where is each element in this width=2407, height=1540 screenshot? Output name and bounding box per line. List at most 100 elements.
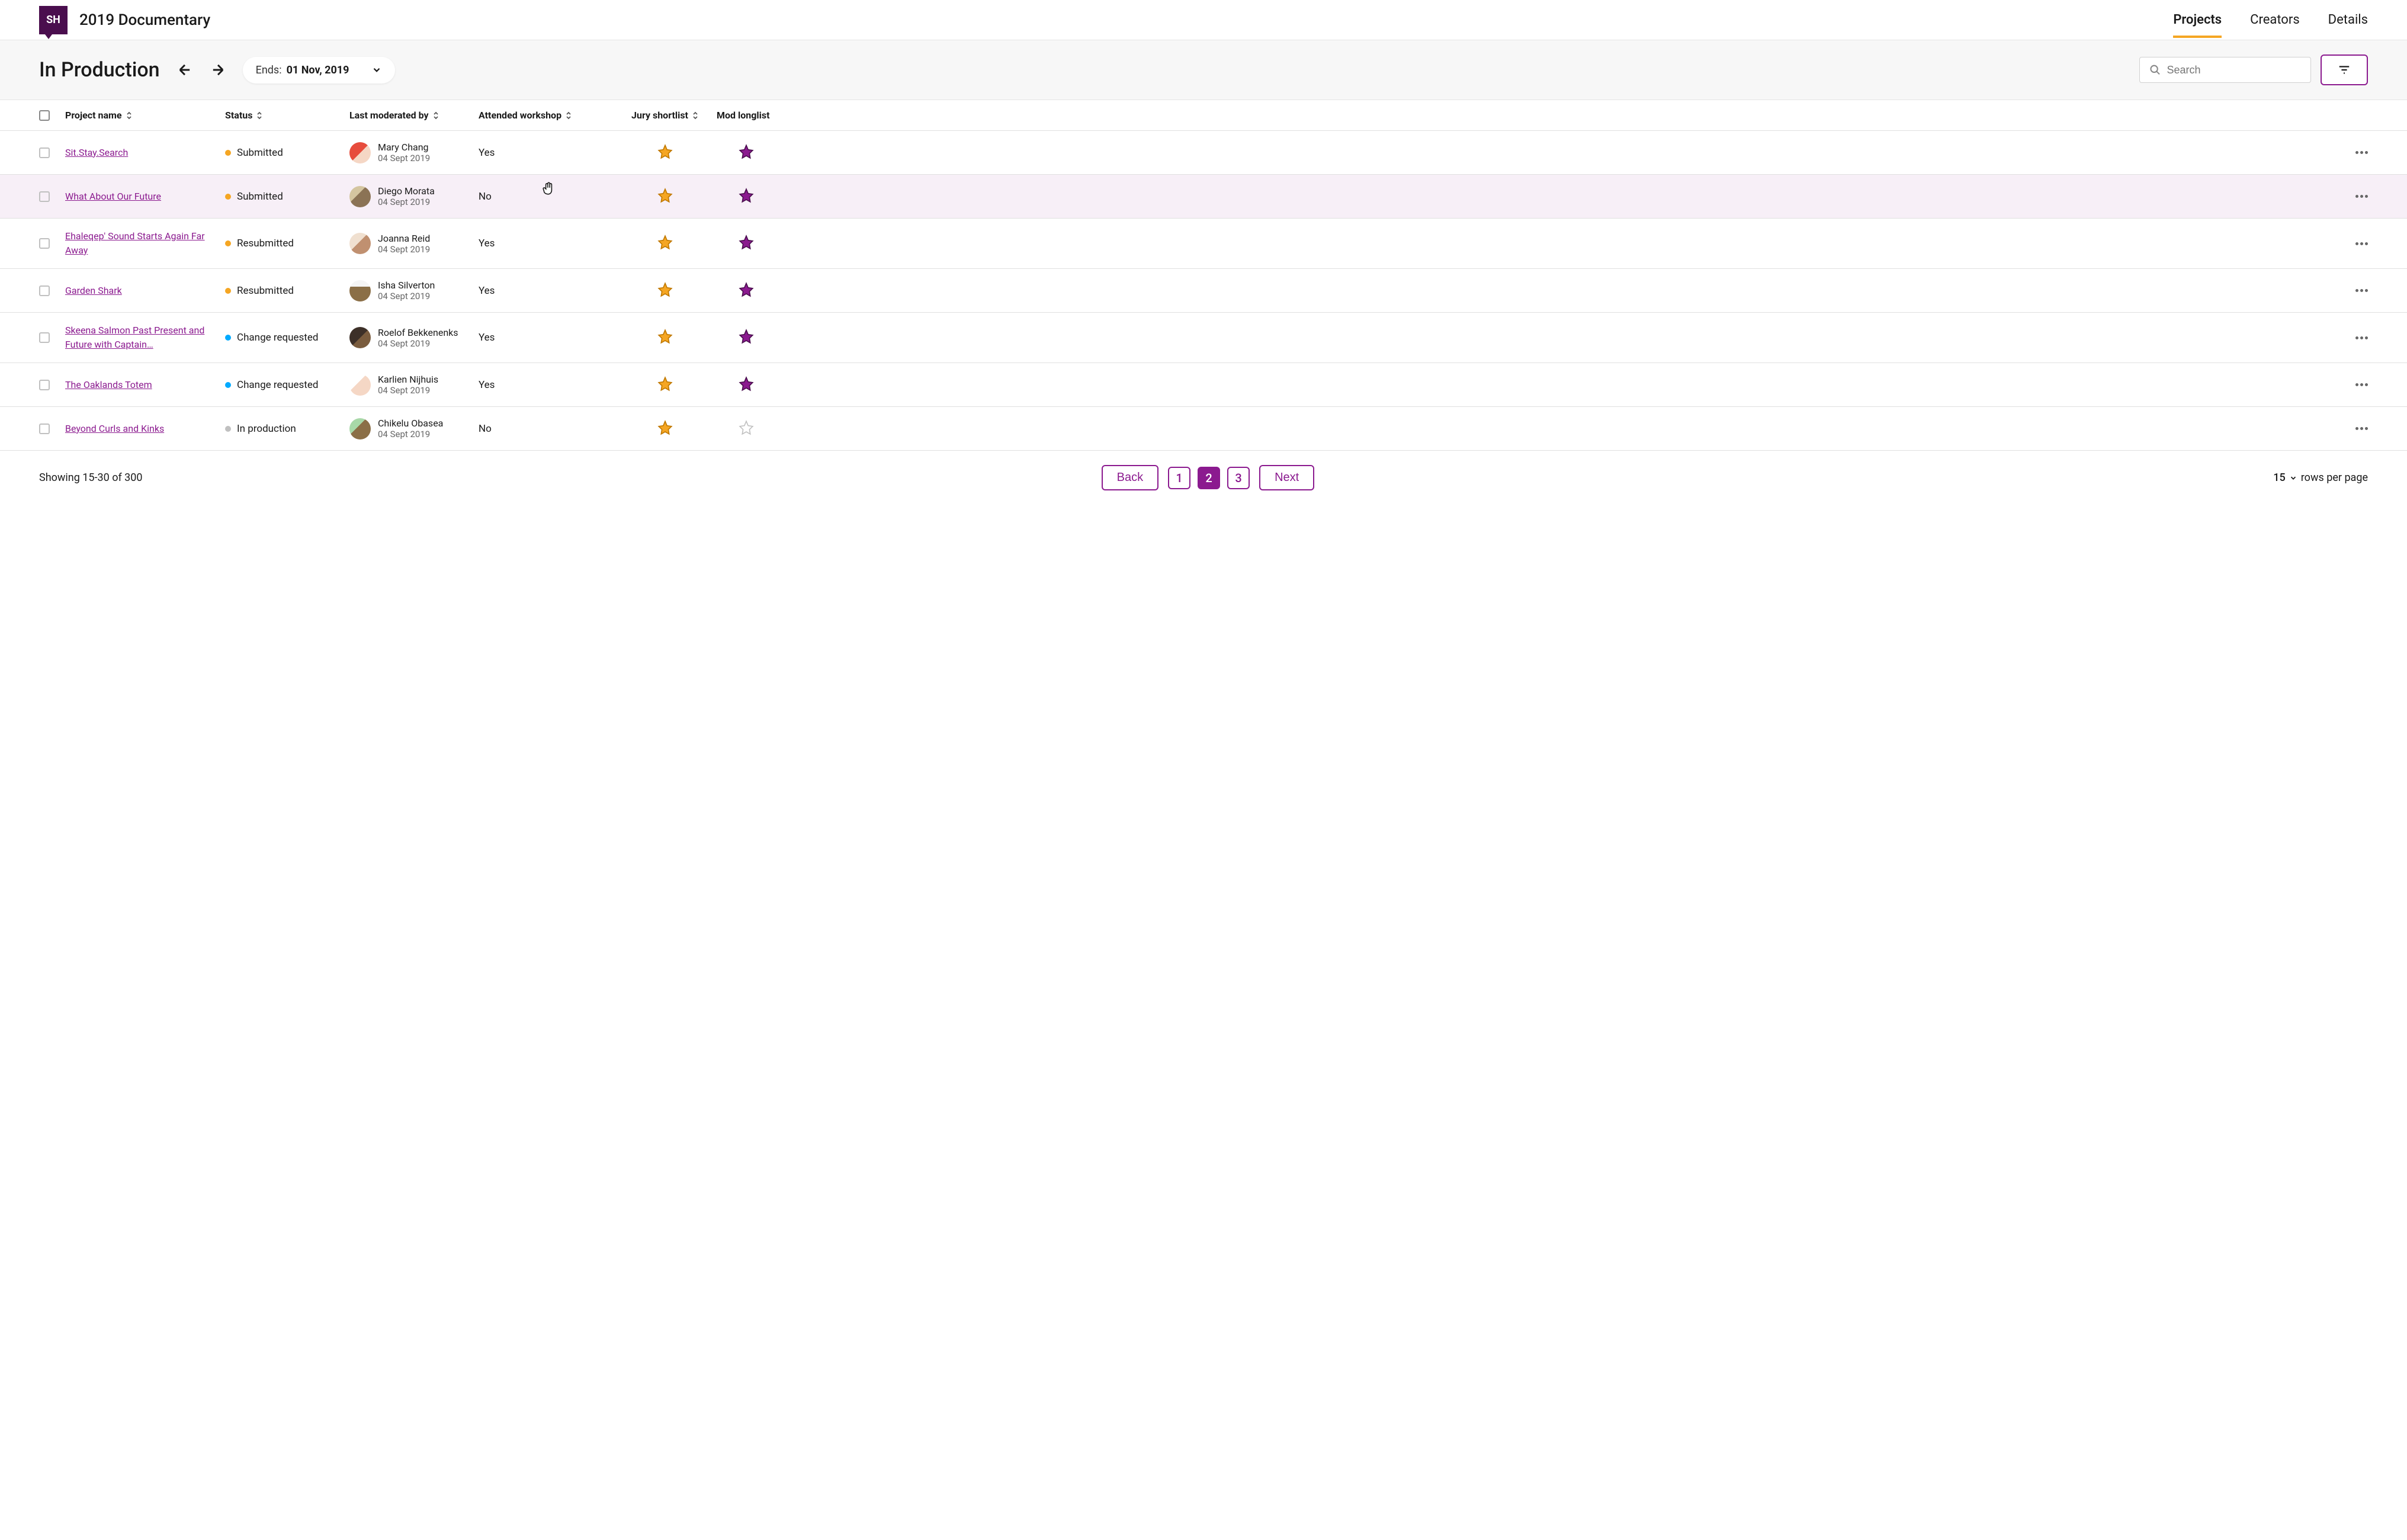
- ends-date: 01 Nov, 2019: [287, 64, 349, 76]
- row-checkbox[interactable]: [39, 191, 50, 202]
- table-row[interactable]: Sit.Stay.Search Submitted Mary Chang 04 …: [0, 131, 2407, 175]
- chevron-down-icon: [371, 65, 382, 75]
- sort-icon: [565, 111, 572, 120]
- project-link[interactable]: Ehaleqep' Sound Starts Again Far Away: [65, 230, 205, 256]
- longlist-star[interactable]: [739, 329, 754, 344]
- longlist-star[interactable]: [739, 282, 754, 297]
- pagination: Back 1 2 3 Next: [1102, 465, 1315, 490]
- page-1[interactable]: 1: [1168, 467, 1190, 489]
- avatar: [349, 327, 371, 348]
- row-checkbox[interactable]: [39, 424, 50, 434]
- brand: SH 2019 Documentary: [39, 6, 210, 34]
- jury-star[interactable]: [657, 235, 673, 250]
- workshop-value: Yes: [479, 332, 495, 344]
- page-title: In Production: [39, 58, 160, 82]
- more-actions-button[interactable]: [2355, 146, 2368, 159]
- status-dot: [225, 426, 231, 432]
- table-row[interactable]: Skeena Salmon Past Present and Future wi…: [0, 313, 2407, 363]
- page-2[interactable]: 2: [1198, 467, 1220, 489]
- nav-creators[interactable]: Creators: [2250, 2, 2300, 38]
- avatar: [349, 186, 371, 207]
- table-row[interactable]: Ehaleqep' Sound Starts Again Far Away Re…: [0, 219, 2407, 269]
- workshop-value: Yes: [479, 285, 495, 297]
- status-text: Change requested: [237, 379, 318, 391]
- sort-icon: [692, 111, 699, 120]
- moderator-date: 04 Sept 2019: [378, 244, 430, 255]
- moderator-name: Isha Silverton: [378, 280, 435, 291]
- project-link[interactable]: Garden Shark: [65, 285, 122, 296]
- table-header: Project name Status Last moderated by At…: [0, 100, 2407, 131]
- moderator-name: Mary Chang: [378, 142, 430, 153]
- status-dot: [225, 382, 231, 388]
- longlist-star[interactable]: [739, 235, 754, 250]
- row-checkbox[interactable]: [39, 147, 50, 158]
- jury-star[interactable]: [657, 188, 673, 203]
- longlist-star[interactable]: [739, 144, 754, 159]
- brand-title: 2019 Documentary: [79, 11, 210, 29]
- row-checkbox[interactable]: [39, 285, 50, 296]
- brand-logo[interactable]: SH: [39, 6, 68, 34]
- ends-date-selector[interactable]: Ends: 01 Nov, 2019: [243, 57, 396, 84]
- jury-star[interactable]: [657, 420, 673, 435]
- table-row[interactable]: Garden Shark Resubmitted Isha Silverton …: [0, 269, 2407, 313]
- row-checkbox[interactable]: [39, 380, 50, 390]
- status-text: In production: [237, 423, 296, 435]
- workshop-value: No: [479, 423, 492, 435]
- avatar: [349, 233, 371, 254]
- rows-per-page-selector[interactable]: 15 rows per page: [2273, 471, 2368, 484]
- project-link[interactable]: Skeena Salmon Past Present and Future wi…: [65, 325, 204, 350]
- arrow-left-icon: [176, 62, 193, 78]
- more-actions-button[interactable]: [2355, 238, 2368, 250]
- longlist-star[interactable]: [739, 420, 754, 435]
- table-row[interactable]: The Oaklands Totem Change requested Karl…: [0, 363, 2407, 407]
- more-actions-button[interactable]: [2355, 284, 2368, 297]
- table-row[interactable]: What About Our Future Submitted Diego Mo…: [0, 175, 2407, 219]
- longlist-star[interactable]: [739, 188, 754, 203]
- page-number-group: 1 2 3: [1168, 467, 1250, 489]
- jury-star[interactable]: [657, 282, 673, 297]
- nav-projects[interactable]: Projects: [2173, 2, 2222, 38]
- filter-button[interactable]: [2321, 54, 2368, 85]
- status-dot: [225, 240, 231, 246]
- jury-star[interactable]: [657, 329, 673, 344]
- project-link[interactable]: Sit.Stay.Search: [65, 147, 128, 158]
- col-header-moderated[interactable]: Last moderated by: [349, 110, 479, 121]
- more-actions-button[interactable]: [2355, 332, 2368, 344]
- status-dot: [225, 288, 231, 294]
- col-header-workshop[interactable]: Attended workshop: [479, 110, 614, 121]
- jury-star[interactable]: [657, 144, 673, 159]
- page-3[interactable]: 3: [1227, 467, 1250, 489]
- jury-star[interactable]: [657, 376, 673, 392]
- next-arrow-button[interactable]: [210, 62, 226, 78]
- status-text: Change requested: [237, 332, 318, 344]
- search-input[interactable]: [2167, 64, 2301, 76]
- col-header-jury[interactable]: Jury shortlist: [614, 110, 717, 121]
- workshop-value: Yes: [479, 238, 495, 249]
- col-header-status[interactable]: Status: [225, 110, 349, 121]
- table-row[interactable]: Beyond Curls and Kinks In production Chi…: [0, 407, 2407, 451]
- more-actions-button[interactable]: [2355, 378, 2368, 391]
- longlist-star[interactable]: [739, 376, 754, 392]
- sort-icon: [256, 111, 263, 120]
- project-link[interactable]: Beyond Curls and Kinks: [65, 423, 164, 434]
- prev-arrow-button[interactable]: [176, 62, 193, 78]
- avatar: [349, 280, 371, 301]
- more-actions-button[interactable]: [2355, 422, 2368, 435]
- search-box[interactable]: [2139, 57, 2311, 83]
- select-all-checkbox[interactable]: [39, 110, 50, 121]
- project-link[interactable]: What About Our Future: [65, 191, 161, 202]
- project-link[interactable]: The Oaklands Totem: [65, 379, 152, 390]
- status-dot: [225, 150, 231, 156]
- col-header-name[interactable]: Project name: [65, 110, 225, 121]
- status-dot: [225, 194, 231, 200]
- next-button[interactable]: Next: [1259, 465, 1314, 490]
- status-dot: [225, 335, 231, 341]
- more-actions-button[interactable]: [2355, 190, 2368, 203]
- back-button[interactable]: Back: [1102, 465, 1158, 490]
- nav-details[interactable]: Details: [2328, 2, 2368, 38]
- row-checkbox[interactable]: [39, 332, 50, 343]
- moderator-name: Karlien Nijhuis: [378, 374, 438, 385]
- row-checkbox[interactable]: [39, 238, 50, 249]
- header-nav: Projects Creators Details: [2173, 2, 2368, 38]
- moderator-date: 04 Sept 2019: [378, 291, 435, 301]
